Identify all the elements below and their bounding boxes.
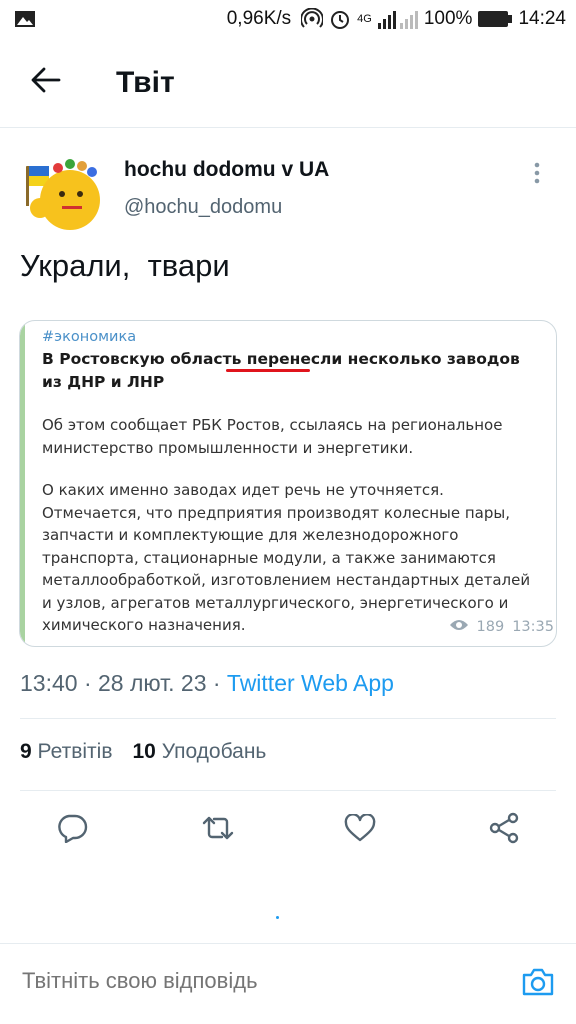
battery-level: 100%: [423, 8, 473, 29]
divider: [20, 718, 556, 719]
media-paragraph: О каких именно заводах идет речь не уточ…: [42, 481, 531, 634]
camera-icon: [521, 967, 555, 1002]
arrow-left-icon: [31, 67, 61, 98]
avatar[interactable]: [18, 148, 106, 236]
reply-input[interactable]: [22, 968, 482, 994]
media-time: 13:35: [512, 619, 554, 635]
page-title: Твіт: [116, 65, 175, 99]
loading-dot: [276, 916, 279, 919]
tweet-timestamp: 13:40 · 28 лют. 23 · Twitter Web App: [20, 670, 394, 697]
more-vertical-icon: [534, 162, 540, 189]
battery-icon: [478, 10, 513, 28]
reply-bar: [0, 943, 576, 1024]
media-hashtag: #экономика: [42, 329, 137, 345]
network-speed: 0,96K/s: [226, 8, 292, 29]
author-handle[interactable]: @hochu_dodomu: [124, 196, 329, 219]
media-meta: 189 13:35: [449, 618, 554, 636]
retweets-stat[interactable]: 9 Ретвітів: [20, 740, 112, 764]
media-side-bar: [20, 321, 25, 646]
back-button[interactable]: [18, 55, 74, 111]
likes-label: Уподобань: [161, 740, 267, 763]
retweet-icon: [200, 814, 236, 847]
tweet-author: hochu dodomu v UA @hochu_dodomu: [18, 148, 558, 236]
media-headline: В Ростовскую область перенесли несколько…: [42, 348, 544, 394]
top-app-bar: Твіт: [0, 38, 576, 128]
signal-icon: [377, 9, 418, 29]
media-views: 189: [476, 619, 505, 635]
likes-count: 10: [132, 740, 156, 763]
eye-icon: [449, 618, 469, 636]
retweets-label: Ретвітів: [37, 740, 113, 763]
tweet-text: Украли, твари: [20, 248, 230, 283]
share-icon: [488, 812, 520, 849]
divider: [20, 790, 556, 791]
image-icon: [14, 10, 36, 28]
more-options-button[interactable]: [522, 160, 552, 190]
clock: 14:24: [518, 8, 566, 29]
media-paragraph: Об этом сообщает РБК Ростов, ссылаясь на…: [42, 416, 503, 457]
likes-stat[interactable]: 10 Уподобань: [132, 740, 266, 764]
reply-button[interactable]: [50, 808, 94, 852]
network-type: 4G: [357, 13, 372, 25]
tweet-media[interactable]: #экономика В Ростовскую область перенесл…: [19, 320, 557, 647]
red-underline: [226, 369, 310, 372]
tweet-stats: 9 Ретвітів 10 Уподобань: [20, 740, 266, 764]
tweet-actions: [0, 800, 576, 860]
reply-icon: [56, 813, 88, 848]
retweets-count: 9: [20, 740, 32, 763]
author-name[interactable]: hochu dodomu v UA: [124, 158, 329, 182]
timestamp-text: 13:40 · 28 лют. 23 ·: [20, 670, 227, 696]
source-app-link[interactable]: Twitter Web App: [227, 670, 394, 696]
share-button[interactable]: [482, 808, 526, 852]
status-bar: 0,96K/s 4G 100% 14:24: [0, 0, 576, 38]
camera-button[interactable]: [520, 966, 556, 1002]
hotspot-icon: [301, 8, 324, 30]
like-icon: [344, 812, 376, 847]
alarm-icon: [329, 8, 351, 30]
retweet-button[interactable]: [196, 808, 240, 852]
like-button[interactable]: [338, 808, 382, 852]
